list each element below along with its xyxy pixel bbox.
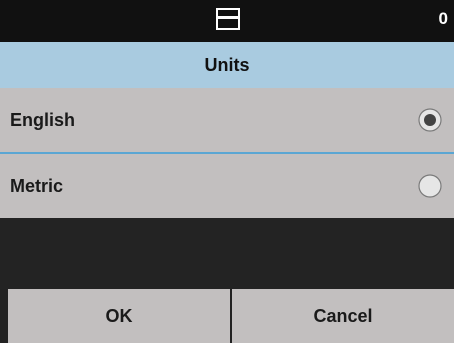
button-bar: OK Cancel [0, 289, 454, 343]
option-metric-label: Metric [10, 175, 64, 196]
option-english-label: English [10, 109, 76, 130]
empty-area [0, 218, 454, 289]
option-metric[interactable]: Metric [0, 154, 454, 218]
status-bar: 0 [0, 0, 454, 42]
option-english[interactable]: English [0, 88, 454, 152]
dialog-title: Units [204, 54, 250, 75]
dialog-title-bar: Units [0, 42, 454, 88]
scanner-icon [216, 8, 240, 30]
radio-unselected-icon[interactable] [418, 174, 442, 198]
cancel-button[interactable]: Cancel [232, 289, 454, 343]
radio-selected-icon[interactable] [418, 108, 442, 132]
page-counter: 0 [438, 9, 448, 28]
ok-button[interactable]: OK [8, 289, 230, 343]
